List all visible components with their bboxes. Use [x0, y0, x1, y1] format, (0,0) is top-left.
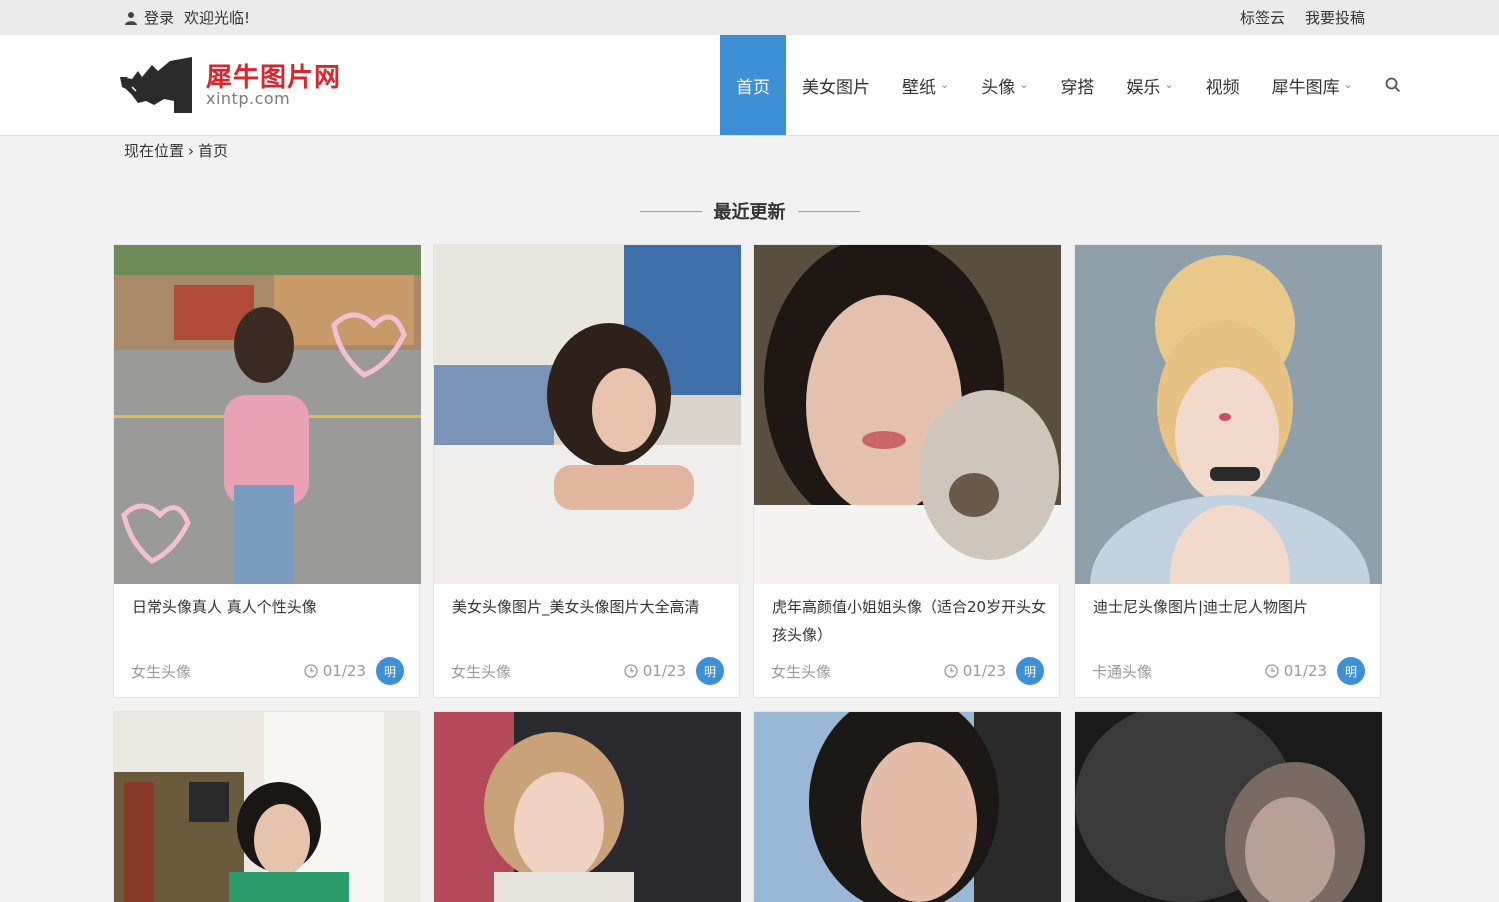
nav-label: 壁纸 — [902, 77, 936, 98]
post-card[interactable] — [113, 711, 421, 902]
divider — [797, 210, 860, 212]
chevron-down-icon: ⌄ — [940, 77, 950, 91]
post-thumbnail[interactable] — [434, 245, 741, 584]
post-date: 01/23 — [1265, 662, 1327, 680]
post-title[interactable]: 日常头像真人 真人个性头像 — [132, 593, 407, 621]
post-date: 01/23 — [304, 662, 366, 680]
nav-item-beauty[interactable]: 美女图片 — [786, 35, 886, 135]
post-thumbnail[interactable] — [754, 245, 1061, 584]
nav-label: 犀牛图库 — [1271, 77, 1340, 98]
top-bar-right: 标签云 我要投稿 — [1220, 0, 1365, 35]
section-heading: 最近更新 — [0, 198, 1499, 224]
search-icon — [1385, 77, 1401, 93]
nav-label: 穿搭 — [1060, 77, 1095, 98]
post-thumbnail[interactable] — [114, 712, 421, 902]
nav-item-entertainment[interactable]: 娱乐 ⌄ — [1110, 35, 1189, 135]
top-bar-left: 登录 欢迎光临! — [124, 0, 260, 35]
nav-label: 娱乐 — [1126, 77, 1161, 98]
breadcrumb-current[interactable]: 首页 — [198, 142, 228, 160]
post-title[interactable]: 迪士尼头像图片|迪士尼人物图片 — [1093, 593, 1368, 621]
nav-item-video[interactable]: 视频 — [1190, 35, 1256, 135]
post-date-text: 01/23 — [962, 662, 1006, 680]
chevron-down-icon: ⌄ — [1019, 77, 1029, 91]
post-thumbnail[interactable] — [114, 245, 421, 584]
submit-link[interactable]: 我要投稿 — [1305, 7, 1365, 28]
post-date-text: 01/23 — [642, 662, 686, 680]
nav-item-avatar[interactable]: 头像 ⌄ — [965, 35, 1044, 135]
rhino-logo — [120, 57, 192, 113]
post-card[interactable]: 虎年高颜值小姐姐头像（适合20岁开头女孩头像） 女生头像 01/23 明 — [753, 244, 1061, 698]
post-date: 01/23 — [944, 662, 1006, 680]
post-card[interactable] — [433, 711, 741, 902]
clock-icon — [624, 664, 638, 678]
post-meta: 女生头像 01/23 明 — [451, 657, 724, 685]
nav-label: 头像 — [981, 77, 1016, 98]
author-avatar[interactable]: 明 — [1337, 657, 1365, 685]
chevron-down-icon: ⌄ — [1164, 77, 1174, 91]
post-meta: 女生头像 01/23 明 — [131, 657, 404, 685]
post-meta: 卡通头像 01/23 明 — [1092, 657, 1365, 685]
post-card[interactable]: 迪士尼头像图片|迪士尼人物图片 卡通头像 01/23 明 — [1074, 244, 1382, 698]
nav-item-home[interactable]: 首页 — [720, 35, 786, 135]
nav-label: 首页 — [736, 77, 770, 98]
login-link[interactable]: 登录 — [144, 7, 174, 28]
post-category[interactable]: 卡通头像 — [1092, 661, 1265, 682]
post-card[interactable] — [753, 711, 1061, 902]
nav-item-gallery[interactable]: 犀牛图库 ⌄ — [1256, 35, 1369, 135]
post-meta: 女生头像 01/23 明 — [771, 657, 1044, 685]
divider — [639, 210, 702, 212]
post-card[interactable]: 日常头像真人 真人个性头像 女生头像 01/23 明 — [113, 244, 421, 698]
breadcrumb-separator: › — [188, 142, 195, 160]
post-title[interactable]: 美女头像图片_美女头像图片大全高清 — [452, 593, 727, 621]
clock-icon — [304, 664, 318, 678]
tag-cloud-link[interactable]: 标签云 — [1240, 7, 1285, 28]
post-category[interactable]: 女生头像 — [451, 661, 624, 682]
post-thumbnail[interactable] — [1075, 245, 1382, 584]
post-date: 01/23 — [624, 662, 686, 680]
post-thumbnail[interactable] — [434, 712, 741, 902]
site-domain: xintp.com — [206, 89, 291, 108]
clock-icon — [1265, 664, 1279, 678]
search-button[interactable] — [1369, 35, 1417, 135]
post-date-text: 01/23 — [1283, 662, 1327, 680]
author-avatar[interactable]: 明 — [1016, 657, 1044, 685]
site-logo[interactable]: 犀牛图片网 xintp.com — [118, 55, 358, 117]
post-thumbnail[interactable] — [754, 712, 1061, 902]
author-avatar[interactable]: 明 — [696, 657, 724, 685]
section-title: 最近更新 — [713, 202, 786, 223]
nav-item-wallpaper[interactable]: 壁纸 ⌄ — [886, 35, 965, 135]
clock-icon — [944, 664, 958, 678]
nav-label: 视频 — [1205, 77, 1240, 98]
author-avatar[interactable]: 明 — [376, 657, 404, 685]
breadcrumb: 现在位置 › 首页 — [124, 140, 228, 161]
welcome-text: 欢迎光临! — [184, 9, 251, 27]
post-category[interactable]: 女生头像 — [771, 661, 944, 682]
top-bar: 登录 欢迎光临! 标签云 我要投稿 — [0, 0, 1499, 36]
site-header: 犀牛图片网 xintp.com 首页 美女图片 壁纸 ⌄ 头像 ⌄ 穿搭 娱乐 ⌄ 视… — [0, 35, 1499, 136]
post-category[interactable]: 女生头像 — [131, 661, 304, 682]
chevron-down-icon: ⌄ — [1343, 77, 1353, 91]
post-title[interactable]: 虎年高颜值小姐姐头像（适合20岁开头女孩头像） — [772, 593, 1047, 649]
post-card[interactable] — [1074, 711, 1382, 902]
user-icon — [125, 11, 137, 25]
main-nav: 首页 美女图片 壁纸 ⌄ 头像 ⌄ 穿搭 娱乐 ⌄ 视频 犀牛图库 ⌄ — [720, 35, 1417, 135]
post-date-text: 01/23 — [322, 662, 366, 680]
nav-label: 美女图片 — [802, 77, 870, 98]
breadcrumb-prefix: 现在位置 — [124, 142, 185, 160]
post-thumbnail[interactable] — [1075, 712, 1382, 902]
post-card[interactable]: 美女头像图片_美女头像图片大全高清 女生头像 01/23 明 — [433, 244, 741, 698]
nav-item-outfit[interactable]: 穿搭 — [1044, 35, 1110, 135]
